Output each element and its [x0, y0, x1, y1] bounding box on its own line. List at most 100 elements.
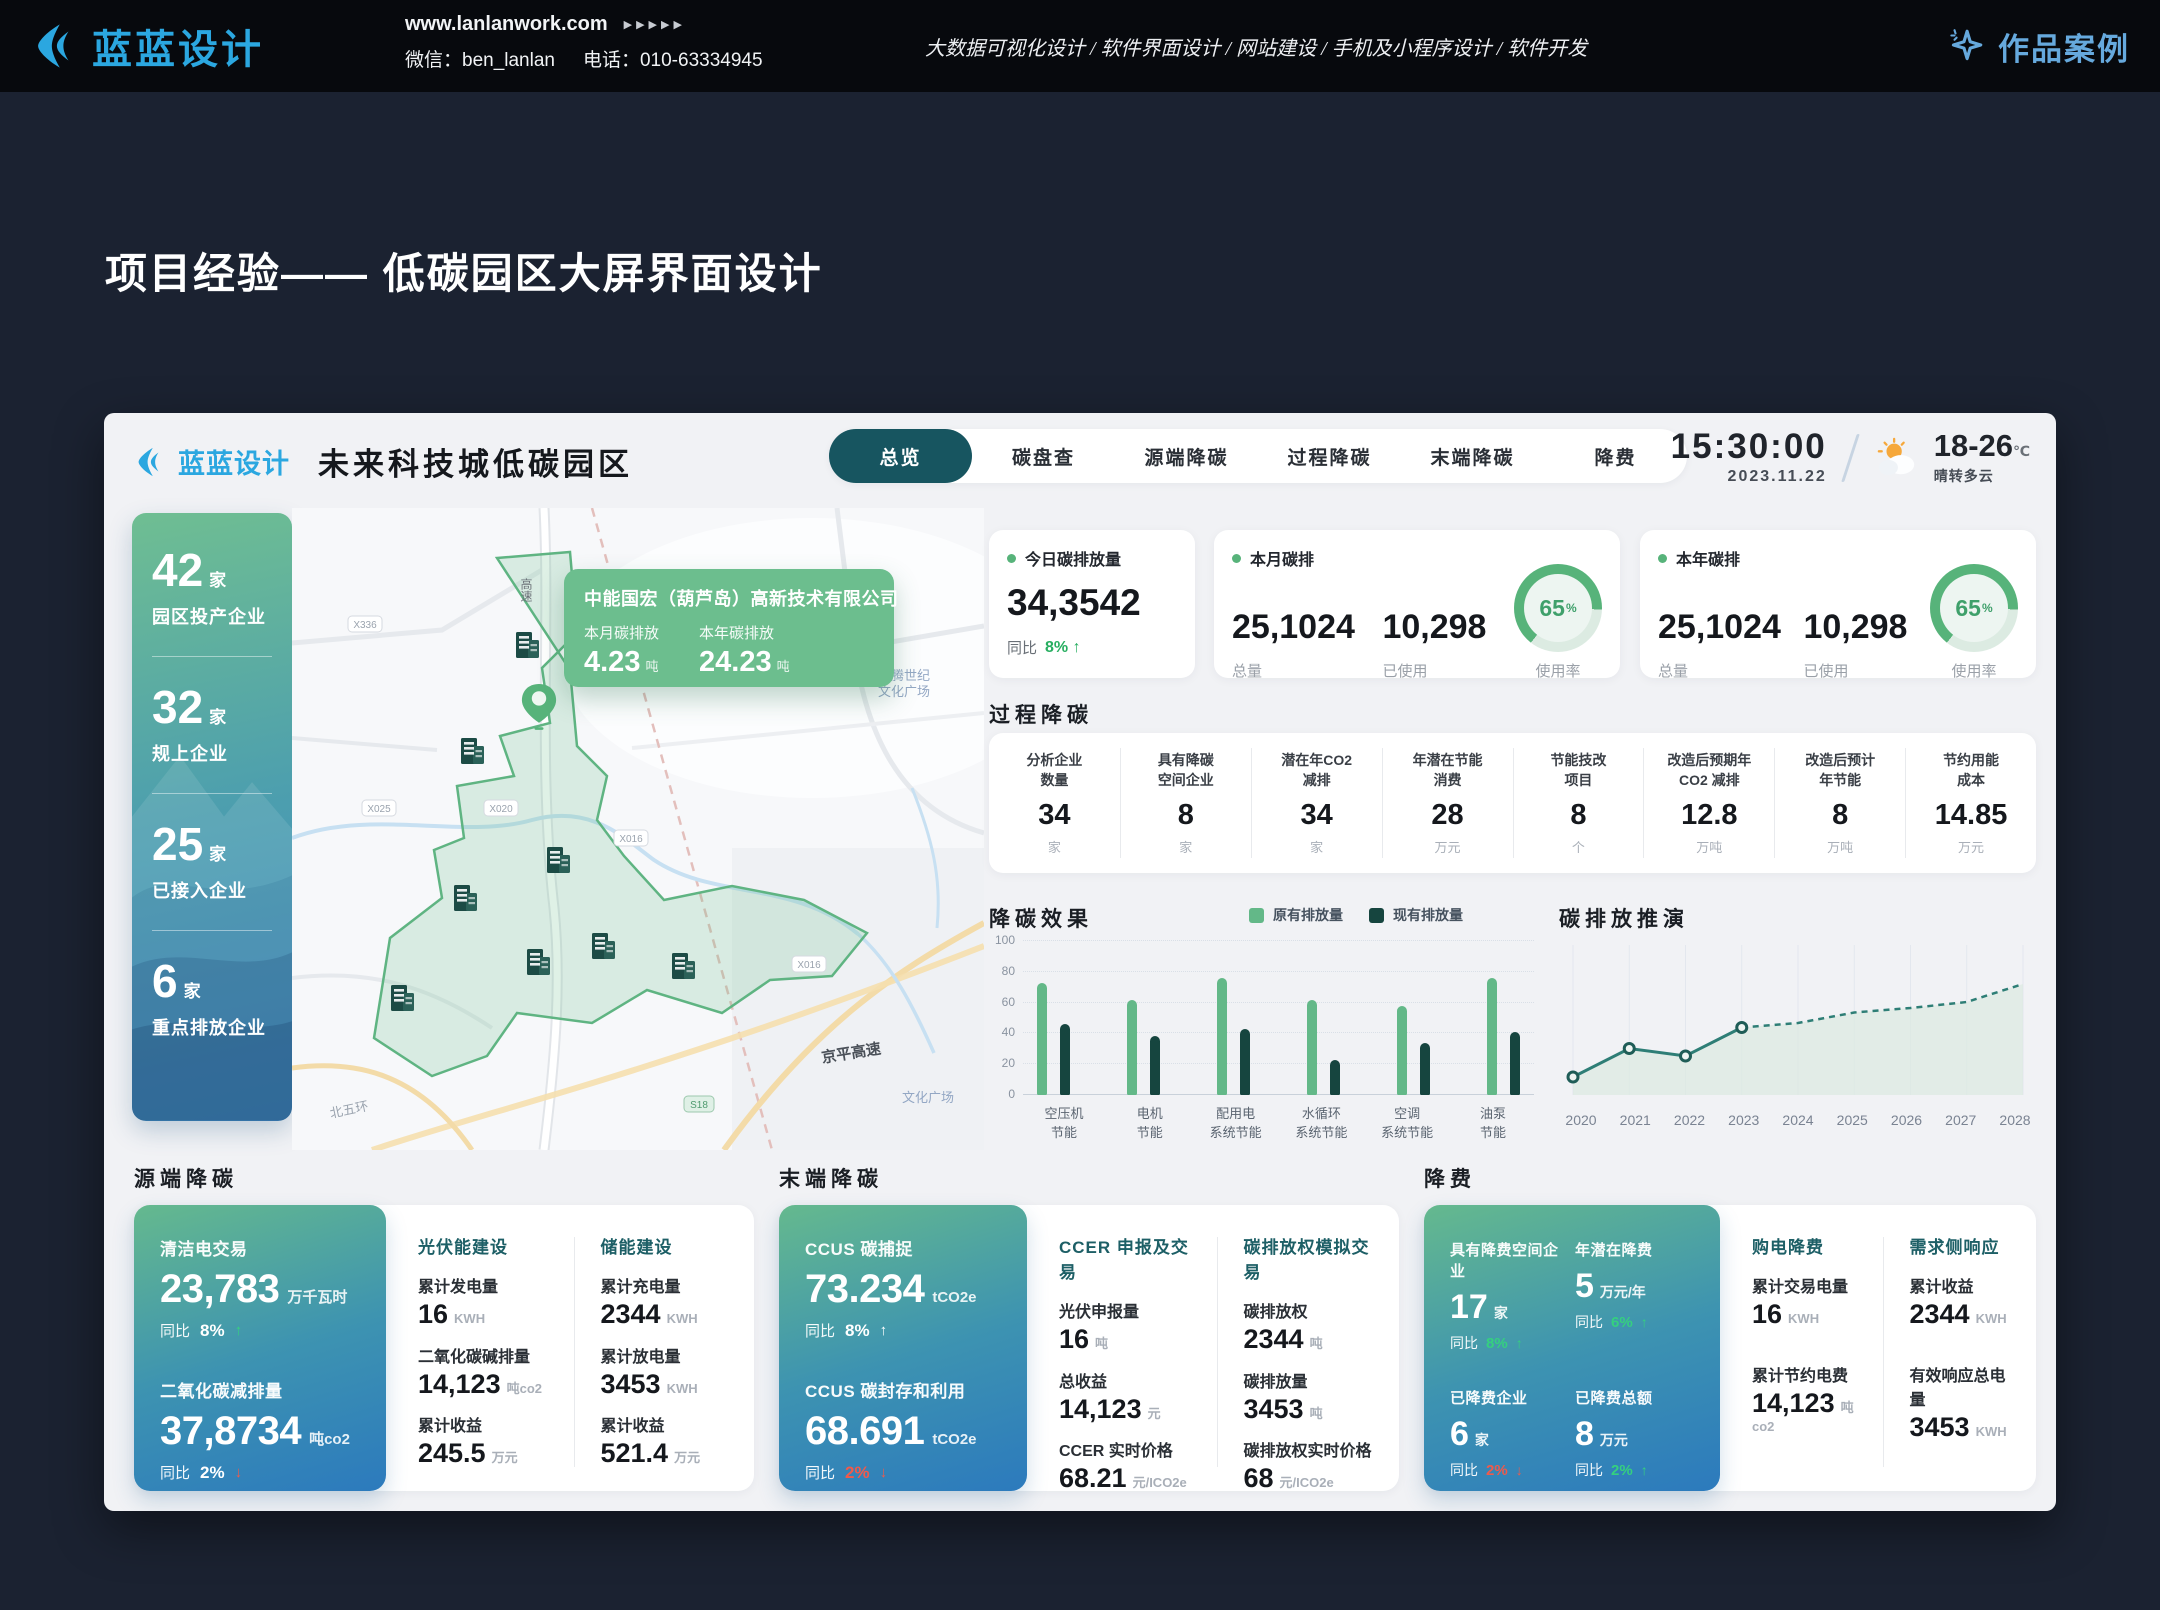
stat-label: 清洁电交易	[160, 1235, 360, 1260]
process-stat: 改造后预计年节能8万吨	[1774, 748, 1905, 859]
dashboard-brand-text: 蓝蓝设计	[178, 442, 290, 481]
weather-temp: 18-26	[1934, 428, 2013, 463]
dashboard-logo-icon	[132, 445, 166, 479]
sidebar-stat: 25家 已接入企业	[152, 821, 272, 903]
stat-unit: 吨	[1095, 1336, 1108, 1351]
gradient-stat: 年潜在降费 5万元/年 同比6%↑	[1575, 1239, 1694, 1353]
kpi-total-label: 总量	[1232, 660, 1355, 681]
road-badge: X016	[619, 834, 643, 845]
stat-unit: tCO2e	[932, 1289, 976, 1306]
tab-terminal-reduction[interactable]: 末端降碳	[1401, 429, 1544, 483]
top-header-bar: 蓝蓝设计 www.lanlanwork.com ▶▶▶▶▶ 微信：ben_lan…	[0, 0, 2160, 92]
stat-unit: 家	[184, 982, 201, 1001]
stat-unit: 万元	[492, 1450, 518, 1465]
stat-label: 累计充电量	[601, 1273, 731, 1297]
kpi-title: 本月碳排	[1250, 546, 1314, 570]
up-arrow-icon: ↑	[1516, 1335, 1523, 1351]
stat-label: 二氧化碳碱排量	[418, 1343, 548, 1367]
company-logo[interactable]: 蓝蓝设计	[28, 0, 264, 92]
section-heading-process: 过程降碳	[989, 699, 1093, 729]
column-heading: 光伏能建设	[418, 1233, 548, 1258]
map-label: 文化广场	[902, 1090, 954, 1105]
bar-x-label: 空压机节能	[1023, 1105, 1105, 1143]
legend-swatch-icon	[1369, 908, 1384, 923]
wechat-contact: 微信：ben_lanlan	[405, 45, 555, 72]
portfolio-button[interactable]: 作品案例	[1944, 0, 2130, 92]
line-x-label: 2021	[1613, 1112, 1657, 1128]
kpi-card-year: 本年碳排 25,1024总量 10,298已使用 65% 使用率	[1640, 530, 2036, 678]
cost-gradient-card: 具有降费空间企业 17家 同比8%↑ 年潜在降费 5万元/年 同比6%↑ 已降费…	[1424, 1205, 1720, 1491]
bar-原有排放量	[1217, 978, 1227, 1095]
gradient-stat: 已降费总额 8万元 同比2%↑	[1575, 1387, 1694, 1480]
divider	[152, 930, 272, 931]
sidebar-stat: 42家 园区投产企业	[152, 547, 272, 629]
map-label: 文化广场	[878, 684, 930, 699]
kpi-used-label: 已使用	[1803, 660, 1907, 681]
stat-label: 光伏申报量	[1059, 1298, 1191, 1322]
tab-overview[interactable]: 总览	[829, 429, 972, 483]
stat-label: 规上企业	[152, 740, 272, 766]
up-arrow-icon: ↑	[235, 1322, 243, 1339]
process-stat: 潜在年CO2减排34家	[1251, 748, 1382, 859]
stat-value: 245.5	[418, 1438, 486, 1468]
tab-process-reduction[interactable]: 过程降碳	[1258, 429, 1401, 483]
tab-carbon-audit[interactable]: 碳盘查	[972, 429, 1115, 483]
process-stat: 改造后预期年CO2 减排12.8万吨	[1643, 748, 1774, 859]
column-heading: 储能建设	[601, 1233, 731, 1258]
stat-value: 23,783	[160, 1267, 279, 1311]
stat-unit: KWH	[1976, 1424, 2007, 1439]
tooltip-stat-unit: 吨	[777, 659, 790, 674]
up-arrow-icon: ↑	[1073, 639, 1081, 656]
tab-cost-reduction[interactable]: 降费	[1544, 429, 1687, 483]
green-dot-icon	[1658, 554, 1667, 563]
legend-label: 现有排放量	[1393, 905, 1463, 925]
website-link[interactable]: www.lanlanwork.com	[405, 13, 608, 36]
bar-现有排放量	[1240, 1029, 1250, 1095]
gradient-stat: CCUS 碳捕捉 73.234tCO2e 同比8%↑	[805, 1235, 1001, 1341]
park-stats-sidebar: 42家 园区投产企业 32家 规上企业 25家 已接入企业 6家 重点排放企业	[132, 513, 292, 1121]
stat-value: 3453	[601, 1369, 661, 1399]
tooltip-stat-unit: 吨	[645, 659, 658, 674]
tab-source-reduction[interactable]: 源端降碳	[1115, 429, 1258, 483]
stat-label: CCUS 碳捕捉	[805, 1235, 1001, 1260]
process-stat: 节能技改项目8个	[1513, 748, 1644, 859]
process-stats-card: 分析企业数量34家具有降碳空间企业8家潜在年CO2减排34家年潜在节能消费28万…	[989, 733, 2036, 873]
bar-现有排放量	[1150, 1036, 1160, 1095]
section-heading-bar-chart: 降碳效果	[989, 903, 1093, 933]
column-heading: CCER 申报及交易	[1059, 1233, 1191, 1283]
bar-group	[1487, 941, 1520, 1095]
stat-value: 6	[1450, 1415, 1469, 1453]
down-arrow-icon: ↓	[235, 1464, 243, 1481]
page-title: 项目经验—— 低碳园区大屏界面设计	[105, 240, 823, 301]
stat-value: 521.4	[601, 1438, 669, 1468]
weather-temp-unit: ℃	[2013, 443, 2030, 459]
stat-label: 已接入企业	[152, 877, 272, 903]
stat-label: 碳排放量	[1244, 1368, 1376, 1392]
map-company-tooltip: 中能国宏（葫芦岛）高新技术有限公司 本月碳排放 4.23吨 本年碳排放 24.2…	[564, 569, 894, 687]
stat-value: 2344	[1244, 1324, 1304, 1354]
stat-unit: 万元	[1600, 1432, 1628, 1448]
bar-x-label: 空调系统节能	[1366, 1105, 1448, 1143]
stat-value: 2344	[1910, 1299, 1970, 1329]
stat-value: 37,8734	[160, 1409, 301, 1453]
usage-rate-label: 使用率	[1951, 660, 1996, 681]
bar-原有排放量	[1307, 1000, 1317, 1095]
section-heading-cost: 降费	[1424, 1163, 1476, 1193]
legend-swatch-icon	[1249, 908, 1264, 923]
legend-label: 原有排放量	[1273, 905, 1343, 925]
stat-value: 3453	[1910, 1412, 1970, 1442]
stat-unit: KWH	[1976, 1311, 2007, 1326]
tooltip-stat-value: 4.23	[584, 646, 640, 678]
kpi-total: 25,1024	[1232, 610, 1355, 644]
phone-contact: 电话：010-63334945	[583, 45, 763, 72]
bar-x-label: 配用电系统节能	[1195, 1105, 1277, 1143]
sparkle-icon	[1944, 25, 1986, 67]
column-storage: 储能建设 累计充电量2344KWH 累计放电量3453KWH 累计收益521.4…	[601, 1233, 731, 1491]
portfolio-label: 作品案例	[1998, 24, 2130, 69]
stat-label: 累计收益	[1910, 1273, 2015, 1297]
line-x-label: 2026	[1885, 1112, 1929, 1128]
line-x-label: 2020	[1559, 1112, 1603, 1128]
stat-value: 16	[418, 1299, 448, 1329]
green-dot-icon	[1007, 554, 1016, 563]
stat-unit: 家	[209, 708, 226, 727]
